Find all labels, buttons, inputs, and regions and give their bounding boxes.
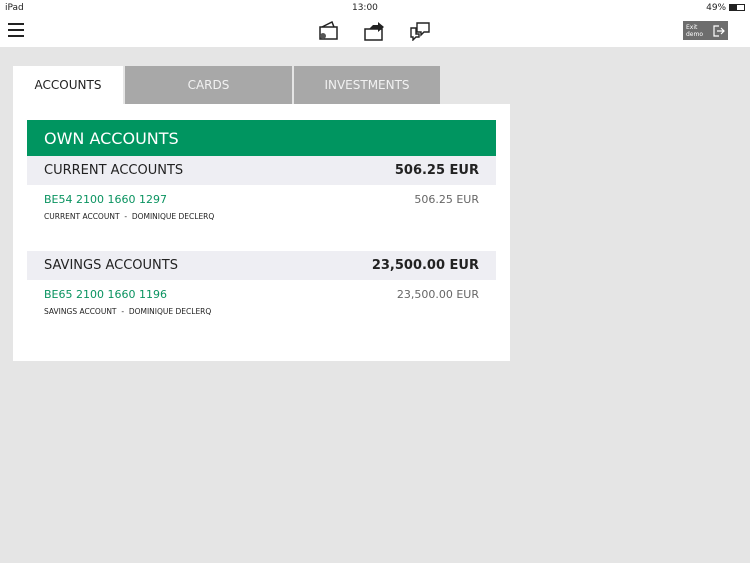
tab-investments[interactable]: INVESTMENTS — [294, 66, 440, 104]
exit-label: Exit — [686, 23, 698, 31]
account-description: SAVINGS ACCOUNT - DOMINIQUE DECLERQ — [44, 307, 479, 316]
battery: 49% — [706, 3, 745, 13]
account-type: CURRENT ACCOUNT — [44, 212, 120, 221]
tab-accounts[interactable]: ACCOUNTS — [13, 66, 123, 104]
menu-icon[interactable] — [8, 23, 24, 37]
account-amount: 506.25 EUR — [414, 193, 479, 206]
tab-cards[interactable]: CARDS — [125, 66, 292, 104]
group-title: SAVINGS ACCOUNTS — [44, 258, 178, 273]
clock: 13:00 — [351, 3, 378, 13]
group-total: 23,500.00 EUR — [371, 258, 479, 273]
wallet-icon[interactable] — [318, 21, 340, 41]
exit-demo-button[interactable]: Exit demo — [683, 21, 728, 40]
group-header-current: CURRENT ACCOUNTS 506.25 EUR — [27, 156, 496, 185]
account-row[interactable]: BE54 2100 1660 1297 506.25 EUR CURRENT A… — [44, 193, 479, 221]
device-label: iPad — [5, 3, 24, 13]
demo-label: demo — [686, 30, 704, 38]
group-total: 506.25 EUR — [394, 163, 479, 178]
transfer-icon[interactable] — [363, 21, 385, 41]
tab-bar: ACCOUNTS CARDS INVESTMENTS — [13, 66, 442, 104]
battery-percent: 49% — [706, 3, 727, 13]
accounts-panel: OWN ACCOUNTS CURRENT ACCOUNTS 506.25 EUR… — [13, 104, 510, 361]
account-holder: DOMINIQUE DECLERQ — [128, 307, 212, 316]
account-row[interactable]: BE65 2100 1660 1196 23,500.00 EUR SAVING… — [44, 288, 479, 316]
separator: - — [121, 307, 125, 316]
account-type: SAVINGS ACCOUNT — [44, 307, 117, 316]
top-bar: Exit demo — [0, 16, 750, 47]
group-header-savings: SAVINGS ACCOUNTS 23,500.00 EUR — [27, 251, 496, 280]
logout-icon — [713, 24, 725, 37]
account-amount: 23,500.00 EUR — [396, 288, 479, 301]
group-title: CURRENT ACCOUNTS — [44, 163, 184, 178]
chat-icon[interactable] — [409, 21, 431, 41]
account-description: CURRENT ACCOUNT - DOMINIQUE DECLERQ — [44, 212, 479, 221]
status-bar: iPad 13:00 49% — [0, 0, 750, 16]
battery-icon — [729, 4, 745, 11]
section-header: OWN ACCOUNTS — [27, 120, 496, 156]
account-holder: DOMINIQUE DECLERQ — [131, 212, 215, 221]
separator: - — [124, 212, 128, 221]
